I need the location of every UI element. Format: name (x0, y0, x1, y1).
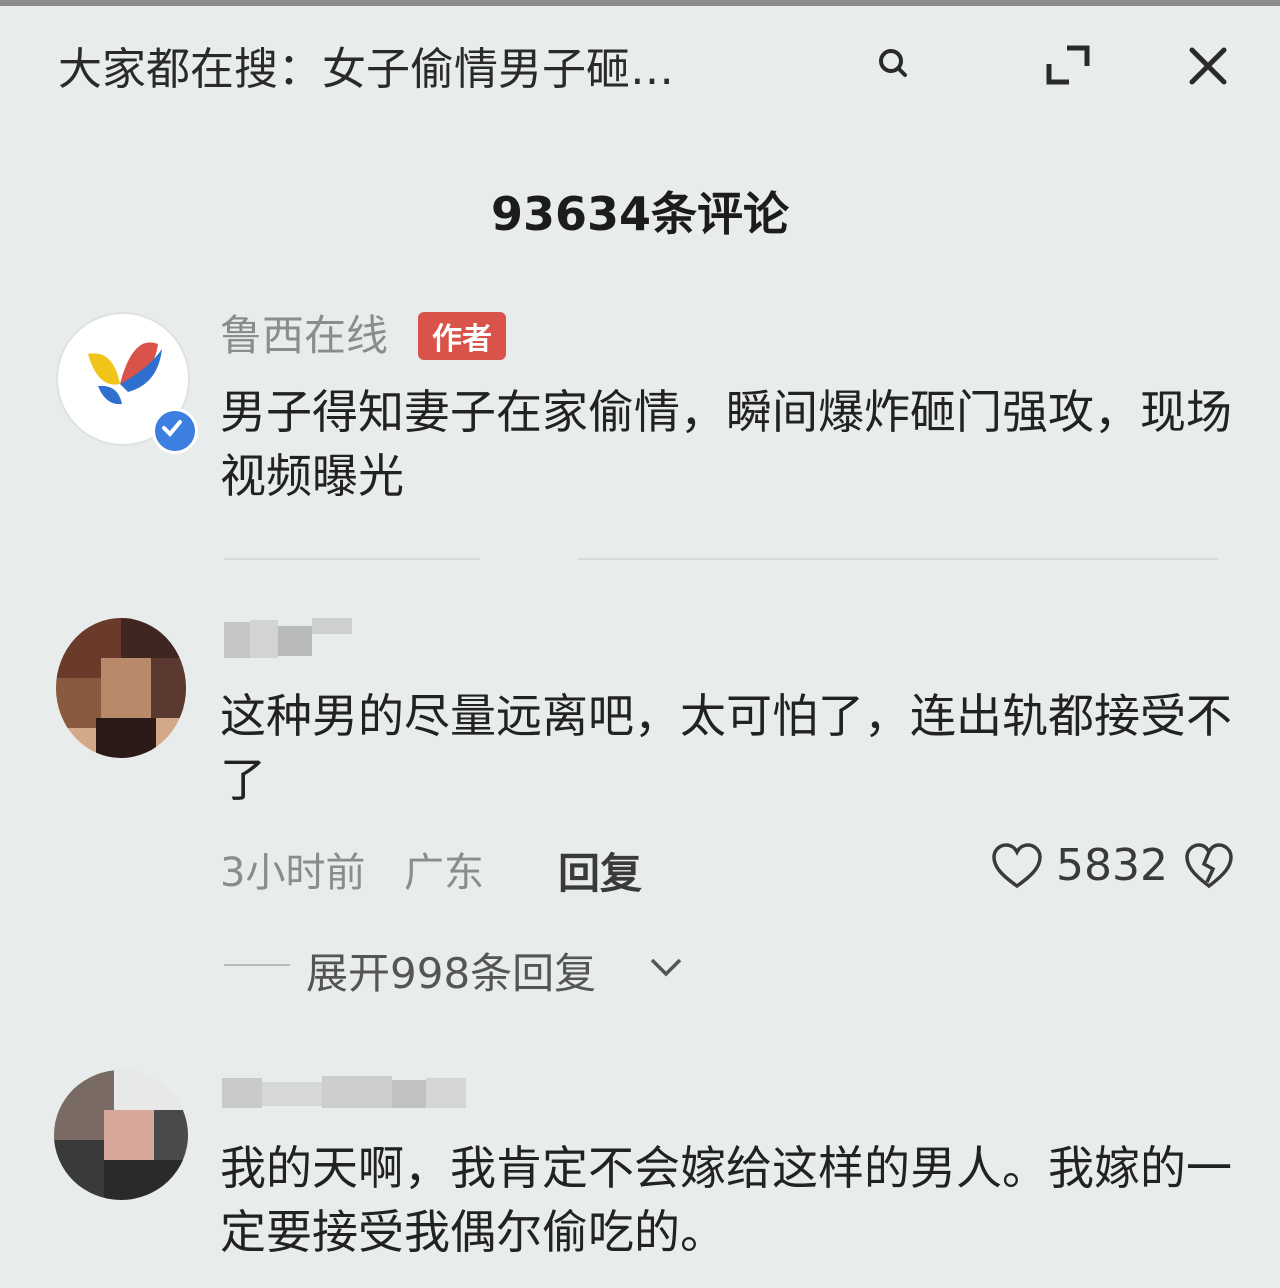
commenter-avatar[interactable] (54, 1070, 188, 1200)
chevron-down-icon[interactable] (646, 950, 686, 984)
trending-search-text[interactable]: 大家都在搜：女子偷情男子砸… (58, 40, 838, 100)
search-icon[interactable] (868, 38, 918, 88)
dislike-broken-heart-icon[interactable] (1184, 842, 1234, 892)
like-count: 5832 (1056, 840, 1168, 891)
close-icon[interactable] (1180, 38, 1236, 94)
commenter-username-blurred[interactable] (222, 1074, 466, 1114)
expand-icon[interactable] (1040, 40, 1096, 90)
author-post-text: 男子得知妻子在家偷情，瞬间爆炸砸门强攻，现场视频曝光 (220, 385, 1232, 503)
divider-right (578, 558, 1218, 560)
reply-button[interactable]: 回复 (558, 840, 642, 901)
comment-location: 广东 (404, 850, 484, 896)
author-username[interactable]: 鲁西在线 (220, 302, 388, 363)
commenter-username-blurred[interactable] (224, 616, 352, 658)
verified-badge-icon (152, 408, 198, 454)
comment-time: 3小时前 (220, 850, 366, 896)
comment-text: 我的天啊，我肯定不会嫁给这样的男人。我嫁的一定要接受我偶尔偷吃的。 (220, 1141, 1232, 1259)
expand-replies-button[interactable]: 展开998条回复 (306, 940, 596, 1001)
comment-text: 这种男的尽量远离吧，太可怕了，连出轨都接受不了 (220, 689, 1232, 807)
expand-replies-line (224, 964, 290, 966)
author-badge: 作者 (418, 312, 506, 360)
commenter-avatar[interactable] (56, 618, 186, 758)
divider-left (224, 558, 480, 560)
comment-count-title: 93634条评论 (490, 187, 790, 241)
like-heart-icon[interactable] (990, 842, 1044, 892)
status-bar-edge (0, 0, 1280, 6)
